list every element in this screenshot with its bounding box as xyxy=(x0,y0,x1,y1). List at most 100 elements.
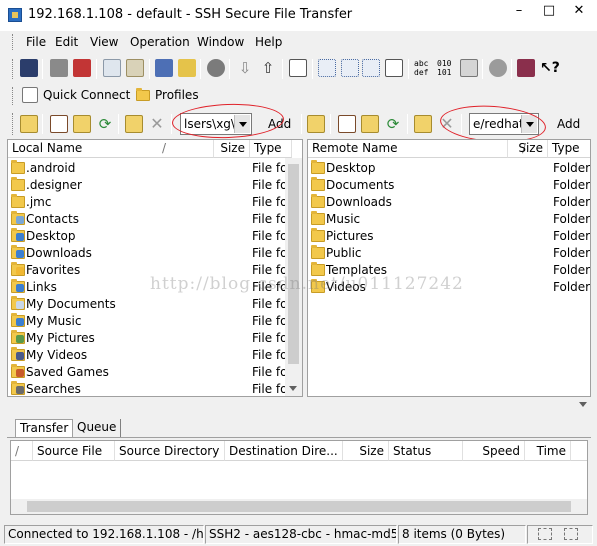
quick-connect-button[interactable]: Quick Connect xyxy=(43,84,130,106)
column-destination-directory[interactable]: Destination Dire... xyxy=(225,441,343,461)
menu-window[interactable]: Window xyxy=(197,35,244,49)
remote-file-row[interactable]: Videos Folder xyxy=(308,279,590,296)
remote-path-combo[interactable]: e/redhat xyxy=(469,113,539,135)
minimize-button[interactable]: – xyxy=(504,0,534,22)
local-file-row[interactable]: Downloads File fo xyxy=(8,245,287,262)
column-size[interactable]: Size xyxy=(343,441,389,461)
transfer-horizontal-scrollbar[interactable] xyxy=(11,499,587,514)
column-source-file[interactable]: Source File xyxy=(33,441,115,461)
refresh-icon[interactable]: ⟳ xyxy=(96,115,114,133)
list-view-icon[interactable] xyxy=(362,59,380,77)
tab-queue[interactable]: Queue xyxy=(73,419,122,437)
local-file-row[interactable]: Desktop File fo xyxy=(8,228,287,245)
chevron-down-icon[interactable] xyxy=(234,115,250,133)
remote-file-pane[interactable]: Remote Name / Size Type Desktop Folder Doc… xyxy=(307,139,591,397)
local-add-button[interactable]: Add xyxy=(268,113,291,135)
save-icon[interactable] xyxy=(20,59,38,77)
quick-connect-icon[interactable] xyxy=(22,87,38,103)
menu-view[interactable]: View xyxy=(90,35,118,49)
copy-icon[interactable] xyxy=(103,59,121,77)
local-file-row[interactable]: .designer File fo xyxy=(8,177,287,194)
disconnect-icon[interactable] xyxy=(73,59,91,77)
local-file-row[interactable]: Favorites File fo xyxy=(8,262,287,279)
local-file-row[interactable]: Contacts File fo xyxy=(8,211,287,228)
remote-size-header[interactable]: / Size xyxy=(508,140,548,158)
view-window-icon[interactable] xyxy=(289,59,307,77)
delete-icon[interactable]: ✕ xyxy=(438,115,456,133)
remote-file-row[interactable]: Pictures Folder xyxy=(308,228,590,245)
local-name-header[interactable]: Local Name / xyxy=(8,140,214,158)
menu-operation[interactable]: Operation xyxy=(130,35,190,49)
menu-help[interactable]: Help xyxy=(255,35,282,49)
help-book-icon[interactable] xyxy=(517,59,535,77)
local-file-row[interactable]: Searches File fo xyxy=(8,381,287,396)
menu-edit[interactable]: Edit xyxy=(55,35,78,49)
local-file-row[interactable]: Links File fo xyxy=(8,279,287,296)
ascii-mode-icon[interactable]: abc def xyxy=(414,59,432,77)
tab-transfer[interactable]: Transfer xyxy=(15,419,74,437)
local-file-row[interactable]: My Documents File fo xyxy=(8,296,287,313)
new-folder-icon[interactable] xyxy=(125,115,143,133)
print-icon[interactable] xyxy=(50,59,68,77)
column-speed[interactable]: Speed xyxy=(463,441,525,461)
column-status[interactable]: Status xyxy=(389,441,463,461)
upload-arrow-icon[interactable]: ⇧ xyxy=(259,59,277,77)
home-icon[interactable] xyxy=(50,115,68,133)
details-view-icon[interactable] xyxy=(385,59,403,77)
local-file-row[interactable]: My Videos File fo xyxy=(8,347,287,364)
stop-icon[interactable] xyxy=(489,59,507,77)
remote-file-row[interactable]: Downloads Folder xyxy=(308,194,590,211)
local-file-row[interactable]: .android File fo xyxy=(8,160,287,177)
local-size-header[interactable]: Size xyxy=(214,140,250,158)
context-help-icon[interactable]: ↖? xyxy=(540,59,560,77)
scroll-down-icon[interactable] xyxy=(579,402,587,407)
local-file-row[interactable]: My Music File fo xyxy=(8,313,287,330)
maximize-button[interactable]: □ xyxy=(534,0,564,22)
scroll-thumb[interactable] xyxy=(27,501,571,512)
local-vertical-scrollbar[interactable] xyxy=(285,158,302,396)
up-folder-icon[interactable] xyxy=(20,115,38,133)
remote-file-row[interactable]: Public Folder xyxy=(308,245,590,262)
local-file-row[interactable]: .jmc File fo xyxy=(8,194,287,211)
local-file-row[interactable]: My Pictures File fo xyxy=(8,330,287,347)
remote-name-header[interactable]: Remote Name xyxy=(308,140,508,158)
column-source-directory[interactable]: Source Directory xyxy=(115,441,225,461)
remote-type-header[interactable]: Type xyxy=(548,140,590,158)
home-icon[interactable] xyxy=(338,115,356,133)
remote-file-row[interactable]: Documents Folder xyxy=(308,177,590,194)
auto-mode-icon[interactable] xyxy=(460,59,478,77)
local-type-header[interactable]: Type xyxy=(250,140,292,158)
settings-icon[interactable] xyxy=(207,59,225,77)
transfer-column-blank[interactable]: / xyxy=(11,441,33,461)
local-file-pane[interactable]: Local Name / Size Type .android File fo .d… xyxy=(7,139,303,397)
paste-icon[interactable] xyxy=(126,59,144,77)
toolbar-separator xyxy=(118,114,119,134)
binary-mode-icon[interactable]: 010 101 xyxy=(437,59,455,77)
profiles-button[interactable]: Profiles xyxy=(155,84,199,106)
refresh-icon[interactable]: ⟳ xyxy=(384,115,402,133)
transfer-list[interactable]: / Source File Source Directory Destinati… xyxy=(10,440,588,515)
new-folder-icon[interactable] xyxy=(414,115,432,133)
remote-file-row[interactable]: Music Folder xyxy=(308,211,590,228)
close-button[interactable]: ✕ xyxy=(564,0,594,22)
download-arrow-icon[interactable]: ⇩ xyxy=(236,59,254,77)
menu-file[interactable]: File xyxy=(26,35,46,49)
local-path-combo[interactable]: lsers\xg\ xyxy=(180,113,252,135)
parent-folder-icon[interactable] xyxy=(361,115,379,133)
small-icons-icon[interactable] xyxy=(341,59,359,77)
parent-folder-icon[interactable] xyxy=(73,115,91,133)
up-folder-icon[interactable] xyxy=(307,115,325,133)
delete-icon[interactable]: ✕ xyxy=(148,115,166,133)
new-file-transfer-icon[interactable] xyxy=(178,59,196,77)
scroll-thumb[interactable] xyxy=(288,164,299,364)
remote-file-row[interactable]: Desktop Folder xyxy=(308,160,590,177)
large-icons-icon[interactable] xyxy=(318,59,336,77)
scroll-down-icon[interactable] xyxy=(289,386,297,391)
local-file-row[interactable]: Saved Games File fo xyxy=(8,364,287,381)
chevron-down-icon[interactable] xyxy=(521,115,537,133)
remote-size-header-label: Size xyxy=(518,141,543,155)
remote-add-button[interactable]: Add xyxy=(557,113,580,135)
new-terminal-icon[interactable] xyxy=(155,59,173,77)
remote-file-row[interactable]: Templates Folder xyxy=(308,262,590,279)
column-time[interactable]: Time xyxy=(525,441,571,461)
